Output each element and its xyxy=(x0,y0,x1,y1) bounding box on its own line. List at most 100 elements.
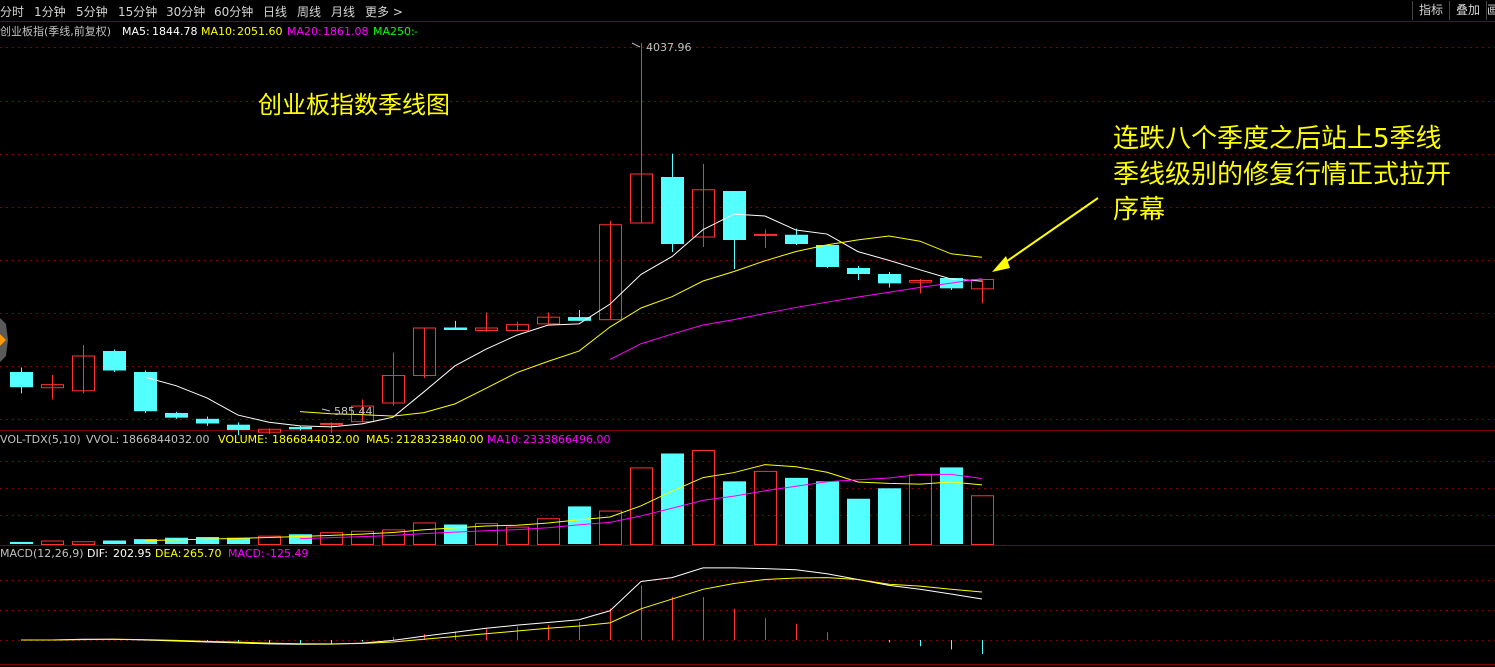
volume-bar xyxy=(320,532,343,546)
candle-body xyxy=(227,424,250,430)
ma20-label: MA20: xyxy=(287,25,322,38)
kline-chart: 创业板指(季线,前复权) MA5: 1844.78 MA10: 2051.60 … xyxy=(0,21,1495,665)
candle-body xyxy=(785,234,808,244)
overlay-chart-title: 创业板指数季线图 xyxy=(258,91,450,119)
candle-body xyxy=(165,412,188,418)
candle xyxy=(444,320,467,330)
ma10-line xyxy=(299,235,983,417)
candle xyxy=(196,416,219,426)
candle-body xyxy=(320,422,343,425)
dif-label: DIF: xyxy=(87,547,108,560)
volume-label: VOLUME: xyxy=(218,433,268,446)
ma-lines xyxy=(144,213,983,428)
candle xyxy=(661,153,684,252)
volume-bar xyxy=(10,541,33,544)
candle xyxy=(10,367,33,394)
volume-bar xyxy=(816,481,839,544)
volume-bar xyxy=(878,488,901,544)
ma10-label: MA10: xyxy=(201,25,236,38)
volume-bar xyxy=(754,470,777,545)
volume-bar xyxy=(847,498,870,544)
candle xyxy=(754,229,777,248)
candle xyxy=(630,43,653,224)
high-label: 4037.96 xyxy=(646,41,692,54)
candle-body xyxy=(661,177,684,244)
candle xyxy=(41,375,64,400)
volume-bar xyxy=(196,537,219,544)
candle xyxy=(537,312,560,325)
volume-bar xyxy=(940,467,963,544)
candle xyxy=(103,349,126,372)
candle xyxy=(816,245,839,268)
volume-bar xyxy=(661,453,684,544)
volume-bar xyxy=(165,537,188,544)
macd-value: -125.49 xyxy=(266,547,308,560)
dea-value: 265.70 xyxy=(183,547,222,560)
vol-ma5-label: MA5: xyxy=(366,433,394,446)
volume-value: 1866844032.00 xyxy=(272,433,359,446)
candle-body xyxy=(444,327,467,330)
volume-bar xyxy=(134,539,157,544)
ma250-value: - xyxy=(414,25,418,38)
macd-indicator: MACD(12,26,9) xyxy=(0,547,84,560)
candle xyxy=(847,266,870,280)
candle xyxy=(971,279,994,304)
ma20-line xyxy=(609,278,983,360)
candle xyxy=(506,321,529,332)
vol-ma5-value: 2128323840.00 xyxy=(396,433,483,446)
candle-body xyxy=(878,274,901,284)
high-marker: 4037.96 xyxy=(631,41,692,54)
volume-bar xyxy=(41,540,64,545)
candle xyxy=(568,310,591,321)
volume-bar xyxy=(692,450,715,545)
candle xyxy=(475,312,498,332)
ma10-value: 2051.60 xyxy=(237,25,283,38)
macd-lines xyxy=(21,567,983,645)
scroll-left-handle[interactable] xyxy=(0,318,8,362)
ma5-line xyxy=(144,213,983,428)
candle-body xyxy=(289,427,312,430)
volume-bar xyxy=(909,474,932,545)
macd-label: MACD: xyxy=(228,547,265,560)
candle-body xyxy=(754,233,777,236)
candle xyxy=(878,272,901,288)
ma250-label: MA250: xyxy=(373,25,415,38)
volume-bar xyxy=(971,495,994,545)
dea-label: DEA: xyxy=(155,547,181,560)
candle-body xyxy=(134,372,157,412)
vvol-label: VVOL: xyxy=(86,433,119,446)
candle-body xyxy=(847,268,870,274)
candle xyxy=(320,422,343,433)
volume-bar xyxy=(103,540,126,544)
low-marker: 585.44 xyxy=(321,405,373,418)
candle-body xyxy=(103,351,126,371)
annotation-line-1: 连跌八个季度之后站上5季线 xyxy=(1113,124,1442,154)
candle xyxy=(723,191,746,269)
ma20-value: 1861.08 xyxy=(323,25,369,38)
dif-value: 202.95 xyxy=(113,547,152,560)
vol-indicator: VOL-TDX(5,10) xyxy=(0,433,81,446)
main-title: 创业板指(季线,前复权) xyxy=(0,24,111,38)
volume-bar xyxy=(599,510,622,546)
candle-body xyxy=(723,191,746,240)
candle xyxy=(165,411,188,419)
candle-body xyxy=(10,372,33,388)
dea-line xyxy=(21,577,983,645)
candle xyxy=(692,163,715,247)
volume-bar xyxy=(72,541,95,546)
ma5-value: 1844.78 xyxy=(152,25,198,38)
candle-body xyxy=(196,418,219,424)
candle xyxy=(599,220,622,321)
annotation-line-3: 序幕 xyxy=(1113,195,1165,225)
candle-body xyxy=(816,245,839,267)
volume-bar xyxy=(630,467,653,545)
candle xyxy=(413,327,436,379)
ma5-label: MA5: xyxy=(122,25,150,38)
candle xyxy=(382,352,405,406)
vvol-value: 1866844032.00 xyxy=(122,433,209,446)
low-label: 585.44 xyxy=(334,405,373,418)
annotation-line-2: 季线级别的修复行情正式拉开 xyxy=(1113,160,1451,190)
candle xyxy=(72,345,95,394)
volume-bar xyxy=(723,481,746,544)
vol-ma10-label: MA10: xyxy=(487,433,522,446)
